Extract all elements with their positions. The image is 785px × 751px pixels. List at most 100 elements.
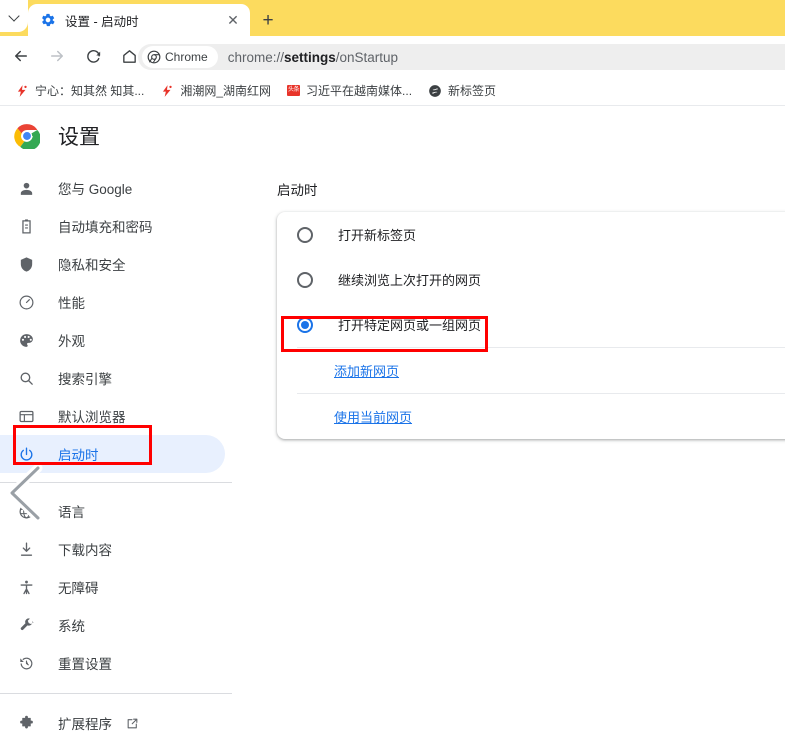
chevron-down-icon: [10, 12, 19, 21]
sidebar-item-label: 默认浏览器: [58, 410, 126, 425]
address-bar[interactable]: Chrome chrome://settings/onStartup: [138, 44, 785, 70]
speedometer-icon: [16, 292, 36, 312]
red-flame-favicon: [163, 84, 173, 97]
power-icon: [16, 444, 36, 464]
sidebar-item-label: 下载内容: [58, 543, 112, 558]
tab-search-button[interactable]: [0, 0, 28, 32]
toutiao-square-favicon: 头条: [287, 85, 301, 96]
sidebar-item-label: 搜索引擎: [58, 372, 112, 387]
sidebar-item-label: 隐私和安全: [58, 258, 126, 273]
close-icon[interactable]: ✕: [224, 11, 242, 29]
section-title: 启动时: [277, 183, 318, 198]
sidebar-item-privacy-security[interactable]: 隐私和安全: [0, 245, 232, 283]
browser-tab-active[interactable]: 设置 - 启动时 ✕: [28, 4, 250, 36]
sidebar-item-on-startup[interactable]: 启动时: [0, 435, 225, 473]
radio-continue-where-left-off[interactable]: 继续浏览上次打开的网页: [277, 257, 785, 302]
settings-sidebar: 您与 Google 自动填充和密码 隐私和安全 性能 外观 搜索引擎 默认浏览器…: [0, 169, 232, 751]
add-new-page-link[interactable]: 添加新网页: [334, 361, 399, 380]
radio-button[interactable]: [297, 271, 313, 288]
sidebar-item-you-and-google[interactable]: 您与 Google: [0, 169, 232, 207]
forward-button[interactable]: [42, 41, 72, 71]
sidebar-item-accessibility[interactable]: 无障碍: [0, 568, 232, 606]
sidebar-item-appearance[interactable]: 外观: [0, 321, 232, 359]
url-path: /onStartup: [335, 49, 399, 65]
on-startup-card: 打开新标签页 继续浏览上次打开的网页 打开特定网页或一组网页 添加新网页 使用当…: [277, 212, 785, 439]
radio-label: 继续浏览上次打开的网页: [338, 273, 482, 288]
shield-icon: [16, 254, 36, 274]
bookmark-item[interactable]: 宁心：知其然 知其...: [8, 80, 151, 102]
back-button[interactable]: [6, 41, 36, 71]
sidebar-item-languages[interactable]: 语言: [0, 492, 232, 530]
sidebar-item-label: 扩展程序: [58, 717, 112, 732]
omnibox-chip-label: Chrome: [165, 50, 208, 64]
sidebar-item-search-engine[interactable]: 搜索引擎: [0, 359, 232, 397]
radio-button[interactable]: [297, 316, 313, 333]
use-current-pages-link[interactable]: 使用当前网页: [334, 407, 412, 426]
url-host: settings: [283, 49, 336, 65]
arrow-right-icon: [51, 50, 63, 62]
tab-title: 设置 - 启动时: [65, 14, 139, 29]
gear-icon: [42, 13, 55, 27]
page-title: 设置: [58, 126, 100, 149]
bookmark-item[interactable]: 湘潮网_湖南红网: [153, 80, 278, 102]
settings-page: 设置 您与 Google 自动填充和密码 隐私和安全 性能 外观 搜索引擎 默认…: [0, 107, 785, 751]
radio-open-specific-pages[interactable]: 打开特定网页或一组网页: [277, 302, 785, 347]
sidebar-item-label: 性能: [58, 296, 85, 311]
sidebar-item-label: 重置设置: [58, 657, 112, 672]
url-scheme: chrome://: [227, 49, 284, 65]
bookmark-label: 习近平在越南媒体...: [306, 84, 413, 98]
red-flame-favicon: [17, 84, 27, 97]
settings-header: 设置: [0, 107, 785, 165]
browser-window-icon: [16, 406, 36, 426]
sidebar-item-label: 系统: [58, 619, 85, 634]
history-restore-icon: [16, 653, 36, 673]
sidebar-divider: [0, 482, 232, 483]
sidebar-item-label: 您与 Google: [58, 182, 133, 197]
sidebar-item-label: 自动填充和密码: [58, 220, 153, 235]
puzzle-icon: [16, 713, 36, 733]
sidebar-item-autofill-passwords[interactable]: 自动填充和密码: [0, 207, 232, 245]
wrench-icon: [16, 615, 36, 635]
bookmark-label: 宁心：知其然 知其...: [35, 84, 145, 98]
bookmark-label: 湘潮网_湖南红网: [180, 84, 272, 98]
chrome-icon: [147, 50, 161, 64]
sidebar-divider: [0, 693, 232, 694]
sidebar-item-default-browser[interactable]: 默认浏览器: [0, 397, 232, 435]
sidebar-item-label: 启动时: [58, 448, 99, 463]
chrome-icon: [14, 124, 40, 149]
magnifier-icon: [16, 368, 36, 388]
download-icon: [16, 539, 36, 559]
settings-main-content: 启动时 打开新标签页 继续浏览上次打开的网页 打开特定网页或一组网页 添加新网页…: [277, 179, 785, 439]
bookmarks-bar: 宁心：知其然 知其... 湘潮网_湖南红网 头条 习近平在越南媒体... 新标签…: [0, 76, 785, 106]
omnibox-chrome-chip[interactable]: Chrome: [142, 46, 218, 68]
home-icon: [122, 49, 136, 63]
palette-icon: [16, 330, 36, 350]
globe-dark-favicon: [429, 84, 441, 97]
use-current-pages-row[interactable]: 使用当前网页: [277, 394, 785, 439]
sidebar-item-system[interactable]: 系统: [0, 606, 232, 644]
bookmark-label: 新标签页: [448, 84, 497, 98]
sidebar-item-label: 语言: [58, 505, 85, 520]
plus-icon: +: [262, 9, 274, 31]
bookmark-item[interactable]: 新标签页: [421, 80, 503, 102]
omnibox-url-text: chrome://settings/onStartup: [228, 50, 398, 65]
radio-open-new-tab-page[interactable]: 打开新标签页: [277, 212, 785, 257]
bookmark-item[interactable]: 头条 习近平在越南媒体...: [280, 80, 419, 102]
sidebar-item-reset-settings[interactable]: 重置设置: [0, 644, 232, 682]
reload-button[interactable]: [78, 41, 108, 71]
tab-strip: 设置 - 启动时 ✕ +: [0, 0, 785, 36]
radio-button[interactable]: [297, 226, 313, 243]
new-tab-button[interactable]: +: [256, 8, 280, 32]
sidebar-item-performance[interactable]: 性能: [0, 283, 232, 321]
sidebar-item-about-chrome[interactable]: 关于 Chrome: [0, 742, 232, 751]
sidebar-item-label: 外观: [58, 334, 85, 349]
sidebar-item-label: 无障碍: [58, 581, 99, 596]
accessibility-icon: [16, 577, 36, 597]
radio-label: 打开新标签页: [338, 228, 417, 243]
sidebar-item-downloads[interactable]: 下载内容: [0, 530, 232, 568]
sidebar-item-extensions[interactable]: 扩展程序: [0, 704, 232, 742]
add-new-page-row[interactable]: 添加新网页: [277, 348, 785, 393]
arrow-left-icon: [15, 50, 27, 62]
person-icon: [16, 178, 36, 198]
external-link-icon: [127, 718, 138, 728]
